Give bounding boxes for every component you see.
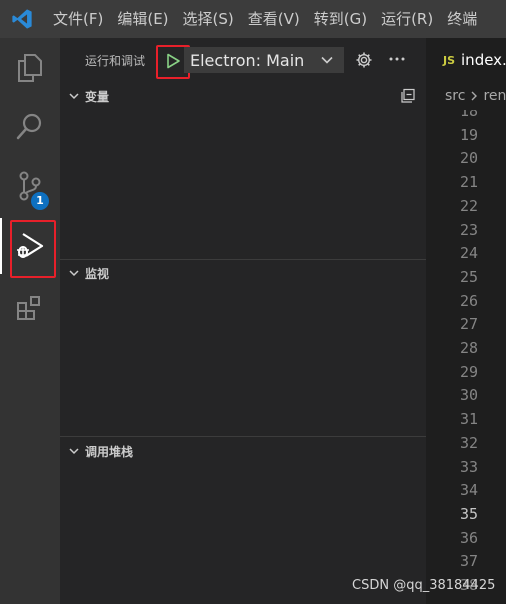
debug-config-label: Electron: Main [190, 50, 305, 70]
breadcrumb-item[interactable]: src [445, 88, 465, 104]
line-number: 21 [459, 173, 478, 192]
line-number: 28 [459, 339, 478, 357]
chevron-down-icon [66, 443, 82, 459]
chevron-down-icon [321, 56, 333, 64]
chevron-down-icon [66, 88, 82, 104]
call-stack-section-header[interactable]: 调用堆栈 [60, 440, 426, 462]
menu-item[interactable]: 文件(F) [44, 0, 110, 38]
files-icon [18, 54, 42, 82]
line-number: 33 [459, 457, 478, 476]
menu-item[interactable]: 转到(G) [307, 0, 374, 38]
line-number: 35 [459, 504, 478, 523]
debug-config-select[interactable]: Electron: Main [184, 47, 344, 73]
section-divider [60, 436, 426, 437]
tab-label: index. [461, 51, 506, 69]
line-number: 36 [459, 528, 478, 547]
tab-index-file[interactable]: JS index. [426, 38, 506, 82]
line-number: 18 [459, 110, 478, 120]
extensions-button[interactable] [0, 280, 60, 336]
extensions-icon [17, 296, 40, 320]
vscode-logo-icon [0, 0, 44, 38]
menu-item[interactable]: 运行(R) [374, 0, 440, 38]
line-number: 24 [459, 244, 478, 263]
open-launch-json-button[interactable] [353, 49, 375, 71]
chevron-down-icon [66, 265, 82, 281]
highlight-box-debug-view [10, 220, 56, 278]
gear-icon [356, 52, 372, 68]
line-number: 30 [459, 386, 478, 405]
line-number: 19 [459, 125, 478, 144]
run-and-debug-title: 运行和调试 [85, 53, 146, 68]
call-stack-section-title: 调用堆栈 [85, 444, 134, 459]
variables-section-header[interactable]: 变量 [60, 85, 426, 107]
watch-section-title: 监视 [85, 266, 110, 281]
collapse-all-icon [401, 88, 415, 103]
collapse-all-button[interactable] [400, 88, 416, 104]
breadcrumb-item[interactable]: ren [483, 88, 506, 104]
variables-section-title: 变量 [85, 89, 110, 104]
line-number: 31 [459, 410, 478, 429]
watermark: CSDN @qq_38184425 [352, 578, 496, 593]
line-number: 22 [459, 196, 478, 215]
line-number: 29 [459, 362, 478, 381]
line-number: 23 [459, 220, 478, 239]
activity-bar: 1 [0, 38, 60, 604]
section-divider [60, 259, 426, 260]
menu-item[interactable]: 编辑(E) [110, 0, 175, 38]
more-actions-button[interactable] [386, 49, 408, 71]
debug-toolbar: 运行和调试 Electron: Main [60, 38, 426, 82]
javascript-file-icon: JS [443, 53, 456, 67]
menu-bar: 文件(F) 编辑(E) 选择(S) 查看(V) 转到(G) 运行(R) 终端 [44, 0, 484, 38]
editor-tab-bar: JS index. [426, 38, 506, 82]
line-number: 34 [459, 481, 478, 500]
menu-item[interactable]: 选择(S) [176, 0, 241, 38]
line-number: 20 [459, 149, 478, 168]
chevron-right-icon [469, 90, 479, 102]
line-number: 37 [459, 552, 478, 571]
line-number: 25 [459, 267, 478, 286]
line-number: 32 [459, 433, 478, 452]
ellipsis-icon [389, 57, 405, 61]
menu-item[interactable]: 查看(V) [241, 0, 307, 38]
search-button[interactable] [0, 98, 60, 154]
line-number: 26 [459, 291, 478, 310]
breadcrumb: src ren [426, 82, 506, 110]
source-control-button[interactable]: 1 [0, 158, 60, 214]
menu-item[interactable]: 终端 [440, 0, 484, 38]
title-bar: 文件(F) 编辑(E) 选择(S) 查看(V) 转到(G) 运行(R) 终端 [0, 0, 506, 38]
run-debug-sidebar: 运行和调试 Electron: Main 变量 监视 调用堆栈 [60, 38, 426, 604]
search-icon [16, 113, 42, 140]
line-number: 27 [459, 315, 478, 334]
explorer-button[interactable] [0, 40, 60, 96]
watch-section-header[interactable]: 监视 [60, 262, 426, 284]
scm-badge: 1 [31, 192, 49, 210]
line-number-gutter: 18 19 20 21 22 23 24 25 26 27 28 29 30 31 32 33 34 35 36 37… [426, 110, 506, 604]
